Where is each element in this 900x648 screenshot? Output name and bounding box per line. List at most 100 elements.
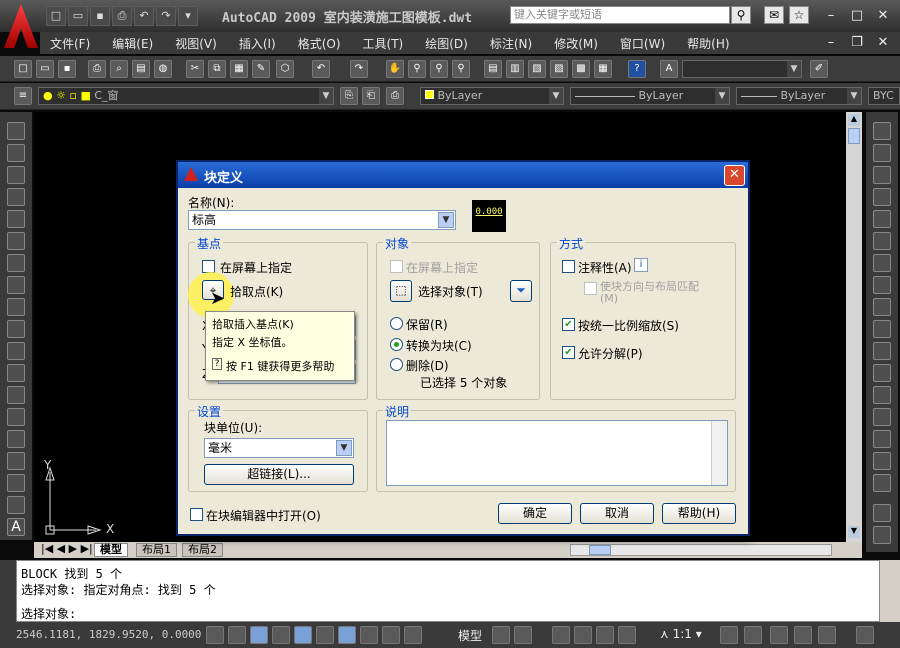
search-input[interactable]: 键入关键字或短语: [510, 6, 730, 24]
ellipse-arc-icon[interactable]: [7, 342, 25, 360]
clean-screen-icon[interactable]: [856, 626, 874, 644]
close-icon[interactable]: ✕: [872, 6, 894, 26]
menu-modify[interactable]: 修改(M): [554, 35, 598, 52]
annotation-visibility-icon[interactable]: [720, 626, 738, 644]
communication-icon[interactable]: ✉: [764, 6, 784, 24]
menu-format[interactable]: 格式(O): [298, 35, 341, 52]
spline-icon[interactable]: [7, 298, 25, 316]
menu-tools[interactable]: 工具(T): [363, 35, 404, 52]
cut-icon[interactable]: ✂: [186, 60, 204, 78]
3d-dwf-icon[interactable]: ◍: [154, 60, 172, 78]
zoom-realtime-icon[interactable]: ⚲: [408, 60, 426, 78]
coordinates-readout[interactable]: 2546.1181, 1829.9520, 0.0000: [16, 628, 201, 641]
quickcalc-icon[interactable]: ▦: [594, 60, 612, 78]
select-objects-button[interactable]: ⬚: [390, 280, 412, 302]
move-icon[interactable]: [873, 232, 891, 250]
lineweight-toggle-icon[interactable]: [382, 626, 400, 644]
search-icon[interactable]: ⚲: [731, 6, 751, 24]
trim-icon[interactable]: [873, 320, 891, 338]
delete-radio[interactable]: [390, 358, 403, 371]
command-scrollbar[interactable]: [880, 560, 900, 622]
pan-icon[interactable]: ✋: [386, 60, 404, 78]
break-icon[interactable]: [873, 386, 891, 404]
qnew-icon[interactable]: □: [14, 60, 32, 78]
fillet-icon[interactable]: [873, 452, 891, 470]
break-at-point-icon[interactable]: [873, 364, 891, 382]
open-icon[interactable]: ▭: [36, 60, 54, 78]
cancel-button[interactable]: 取消: [580, 503, 654, 524]
command-window[interactable]: BLOCK 找到 5 个 选择对象: 指定对角点: 找到 5 个 选择对象:: [16, 560, 880, 622]
erase-icon[interactable]: [873, 122, 891, 140]
open-in-editor-checkbox[interactable]: [190, 508, 203, 521]
lineweight-dropdown[interactable]: ByLayer ▼: [736, 87, 862, 105]
chevron-down-icon[interactable]: ▼: [336, 440, 352, 456]
pan-status-icon[interactable]: [552, 626, 570, 644]
retain-radio[interactable]: [390, 317, 403, 330]
point-icon[interactable]: [7, 408, 25, 426]
help-icon[interactable]: ?: [628, 60, 646, 78]
description-scrollbar[interactable]: [711, 421, 727, 485]
showmotion-icon[interactable]: [618, 626, 636, 644]
hscroll-thumb[interactable]: [589, 545, 611, 555]
sheet-set-icon[interactable]: ▨: [550, 60, 568, 78]
polygon-icon[interactable]: [7, 188, 25, 206]
quick-view-layouts-icon[interactable]: [492, 626, 510, 644]
gradient-icon[interactable]: [7, 452, 25, 470]
print-icon[interactable]: ⎙: [112, 6, 132, 26]
scroll-thumb[interactable]: [848, 128, 860, 144]
dialog-close-button[interactable]: ✕: [724, 165, 745, 186]
tab-layout1[interactable]: 布局1: [136, 543, 177, 557]
ducs-icon[interactable]: [338, 626, 356, 644]
menu-insert[interactable]: 插入(I): [239, 35, 276, 52]
zoom-window-icon[interactable]: ⚲: [430, 60, 448, 78]
text-style-icon[interactable]: A: [660, 60, 678, 78]
dim-style-icon[interactable]: ✐: [810, 60, 828, 78]
arc-icon[interactable]: [7, 232, 25, 250]
explode-icon[interactable]: [873, 474, 891, 492]
menu-view[interactable]: 视图(V): [175, 35, 217, 52]
design-center-icon[interactable]: ▥: [506, 60, 524, 78]
color-dropdown[interactable]: ByLayer ▼: [420, 87, 564, 105]
workspace-icon[interactable]: [770, 626, 788, 644]
mirror-icon[interactable]: [873, 166, 891, 184]
redo-icon[interactable]: ↷: [156, 6, 176, 26]
circle-icon[interactable]: [7, 254, 25, 272]
menu-help[interactable]: 帮助(H): [687, 35, 729, 52]
redo-toolbar-icon[interactable]: ↷: [350, 60, 368, 78]
line-icon[interactable]: [7, 122, 25, 140]
layer-manager-icon[interactable]: ≡: [14, 87, 32, 105]
chevron-down-icon[interactable]: ▼: [438, 212, 454, 228]
region-icon[interactable]: [7, 474, 25, 492]
maximize-icon[interactable]: □: [846, 6, 868, 26]
extend-icon[interactable]: [873, 342, 891, 360]
revcloud-icon[interactable]: [7, 276, 25, 294]
zoom-previous-icon[interactable]: ⚲: [452, 60, 470, 78]
polyline-icon[interactable]: [7, 166, 25, 184]
tab-model[interactable]: 模型: [94, 543, 128, 557]
menu-file[interactable]: 文件(F): [50, 35, 90, 52]
make-current-icon[interactable]: ⎘: [340, 87, 358, 105]
ellipse-icon[interactable]: [7, 320, 25, 338]
menu-dimension[interactable]: 标注(N): [490, 35, 532, 52]
multiline-text-icon[interactable]: A: [7, 518, 25, 536]
layout-tool-icon[interactable]: [873, 504, 891, 522]
ortho-mode-icon[interactable]: [250, 626, 268, 644]
text-style-dropdown[interactable]: ▼: [682, 60, 802, 78]
match-orientation-checkbox[interactable]: [584, 282, 597, 295]
scale-uniformly-checkbox[interactable]: ✔: [562, 318, 575, 331]
new-file-icon[interactable]: □: [46, 6, 66, 26]
favorites-icon[interactable]: ☆: [789, 6, 809, 24]
convert-to-block-radio[interactable]: [390, 338, 403, 351]
doc-restore-icon[interactable]: ❐: [846, 33, 868, 53]
model-space-label[interactable]: 模型: [458, 627, 482, 644]
annotative-checkbox[interactable]: [562, 260, 575, 273]
plot-icon[interactable]: ⎙: [88, 60, 106, 78]
block-editor-icon[interactable]: ⬡: [276, 60, 294, 78]
rotate-icon[interactable]: [873, 254, 891, 272]
zoom-status-icon[interactable]: [574, 626, 592, 644]
doc-close-icon[interactable]: ✕: [872, 33, 894, 53]
minimize-icon[interactable]: –: [820, 6, 842, 26]
markup-icon[interactable]: ▩: [572, 60, 590, 78]
tool-palettes-icon[interactable]: ▧: [528, 60, 546, 78]
grid-display-icon[interactable]: [228, 626, 246, 644]
